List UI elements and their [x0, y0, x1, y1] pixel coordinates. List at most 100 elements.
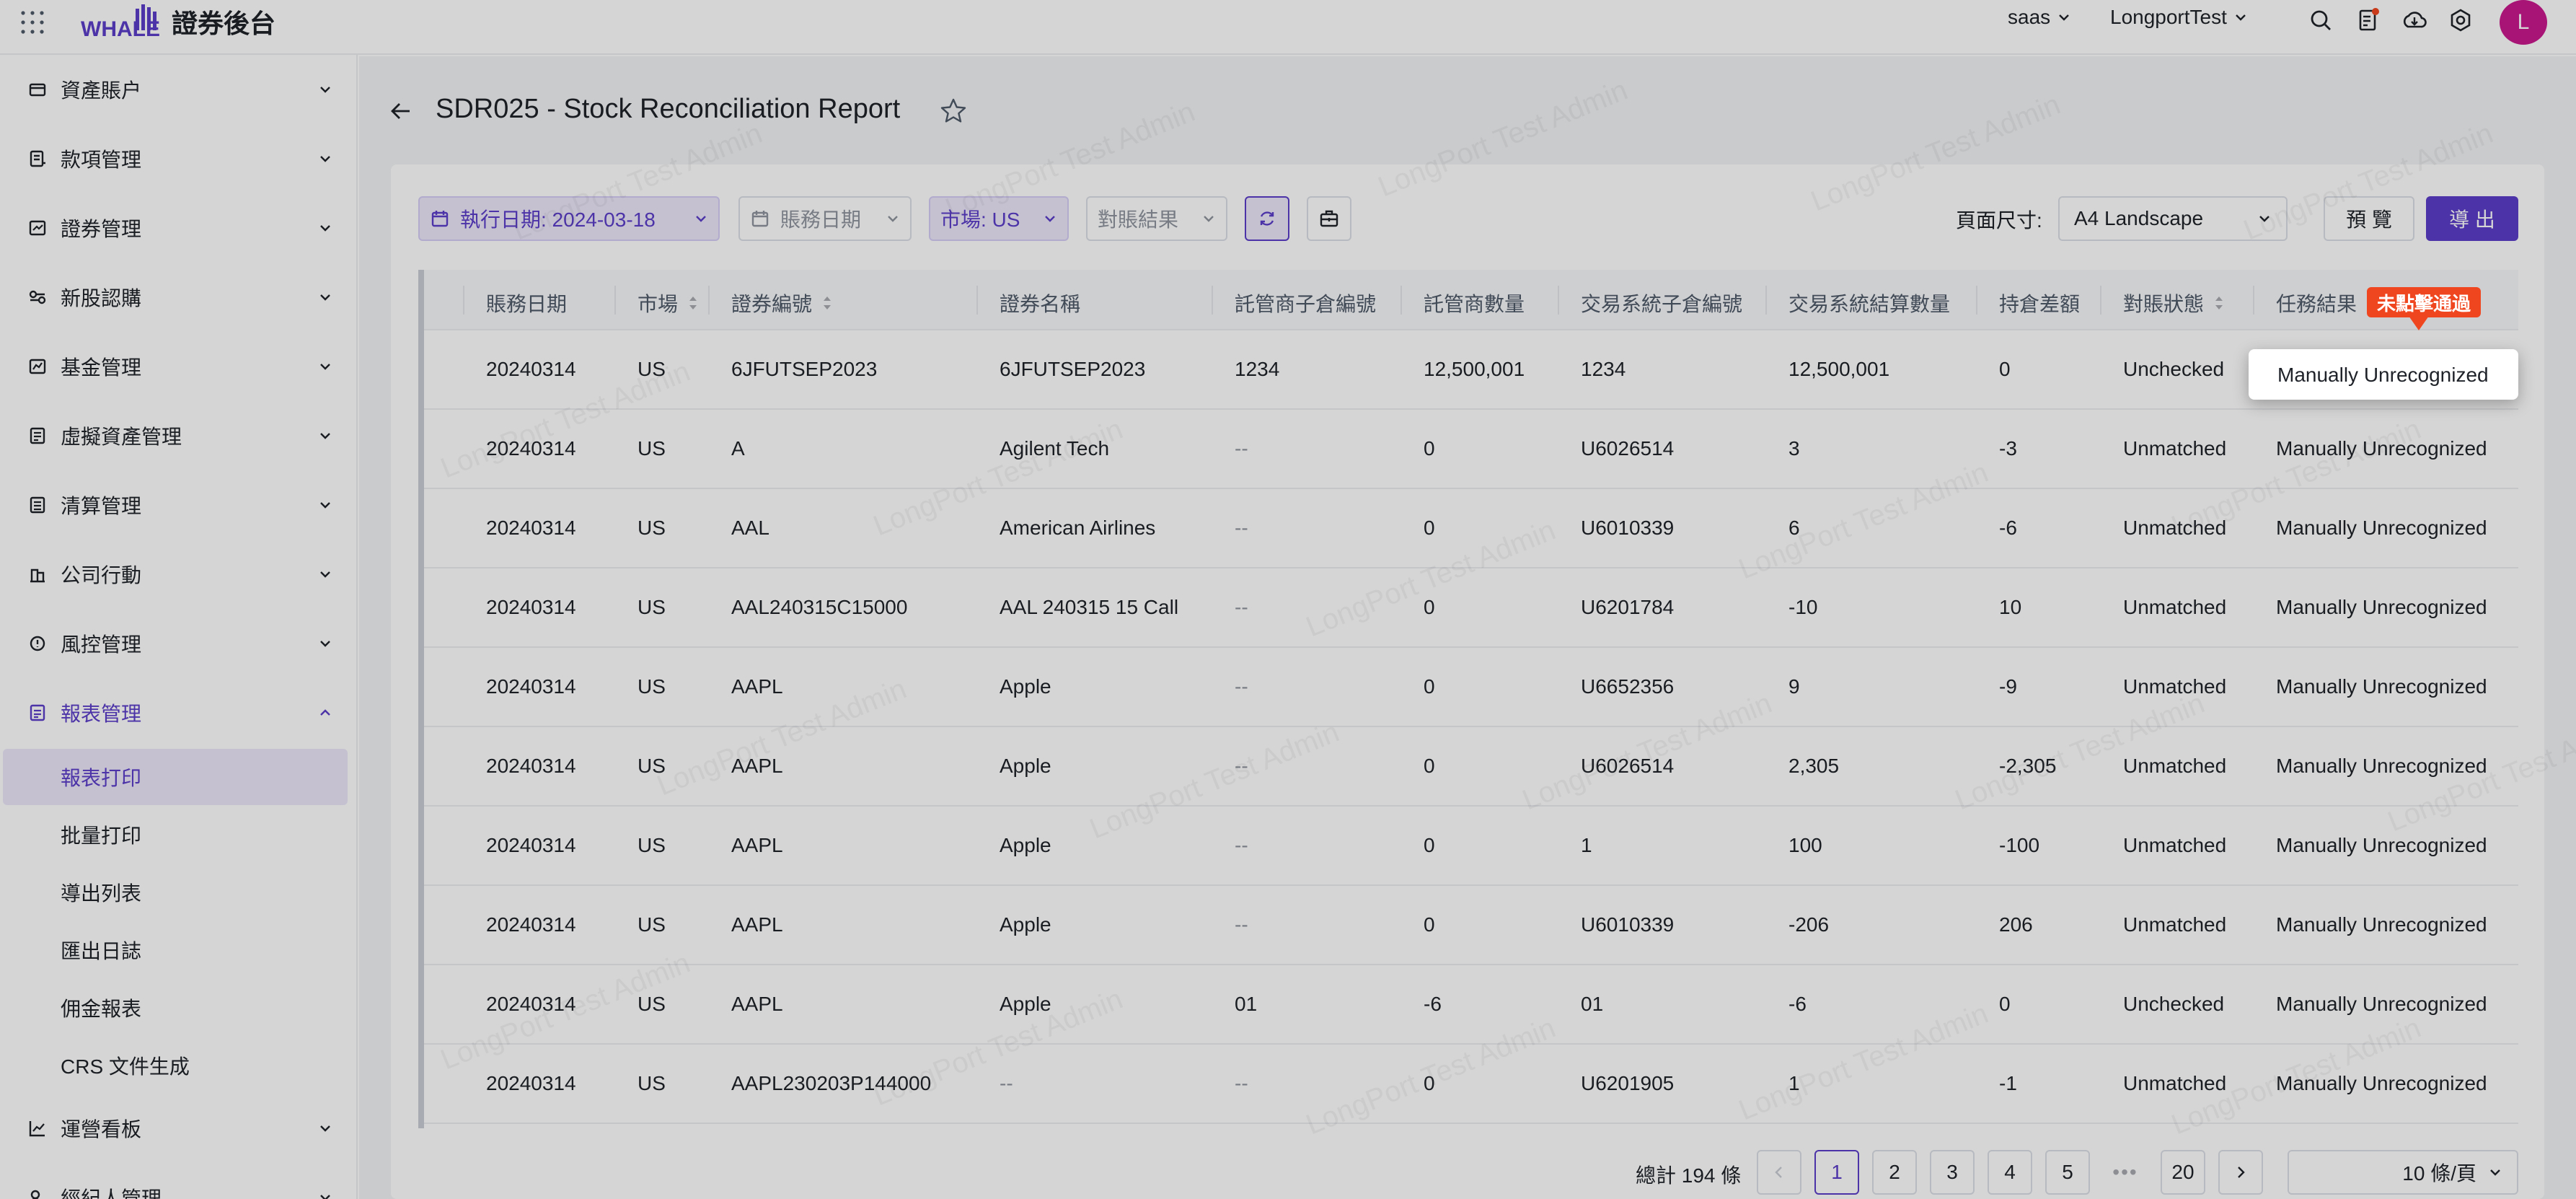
column-header-recon-status[interactable]: 對賬狀態 — [2123, 289, 2226, 317]
column-header-market[interactable]: 市場 — [638, 289, 700, 317]
sidebar-item-clearing[interactable]: 清算管理 — [0, 476, 358, 534]
sidebar-item-ops-dashboard[interactable]: 運營看板 — [0, 1099, 358, 1157]
column-divider[interactable] — [463, 286, 464, 315]
column-divider[interactable] — [1212, 286, 1213, 315]
logo-wordmark: WHALE — [81, 17, 160, 39]
cell-security-code: 6JFUTSEP2023 — [731, 358, 878, 380]
export-button[interactable]: 導 出 — [2426, 196, 2518, 241]
sidebar-subitem-commission-report[interactable]: 佣金報表 — [0, 980, 348, 1036]
account-date-filter[interactable]: 賬務日期 — [738, 196, 912, 241]
sidebar-item-label: 經紀人管理 — [61, 1187, 162, 1199]
chevron-down-icon — [1204, 216, 1214, 222]
cell-account-date: 20240314 — [486, 1072, 576, 1094]
column-header-security-code[interactable]: 證券編號 — [731, 289, 834, 317]
calendar-icon — [431, 211, 449, 227]
cell-market: US — [638, 1072, 666, 1094]
favorite-star-icon[interactable] — [939, 97, 968, 126]
org-dropdown[interactable]: LongportTest — [2110, 6, 2247, 29]
toolbox-button[interactable] — [1307, 196, 1351, 241]
cell-recon-status: Unmatched — [2123, 1072, 2227, 1094]
cell-custodian-sub: 1234 — [1235, 358, 1280, 380]
page-ellipsis[interactable]: ••• — [2103, 1150, 2148, 1195]
page-button[interactable]: 20 — [2161, 1150, 2205, 1195]
cell-account-date: 20240314 — [486, 358, 576, 380]
sidebar-item-broker[interactable]: 經紀人管理 — [0, 1169, 358, 1199]
sidebar-subitem-export-log[interactable]: 匯出日誌 — [0, 922, 348, 978]
cell-task-result: Manually Unrecognized — [2276, 596, 2487, 618]
table-row[interactable]: 20240314 US AAL240315C15000 AAL 240315 15 C… — [418, 568, 2518, 648]
market-filter[interactable]: 市場: US — [929, 196, 1069, 241]
sidebar-item-fund[interactable]: 基金管理 — [0, 338, 358, 395]
sort-icon[interactable] — [687, 293, 700, 313]
chevron-left-icon — [1775, 1167, 1782, 1178]
table-row[interactable]: 20240314 US 6JFUTSEP2023 6JFUTSEP2023 1234 12… — [418, 330, 2518, 410]
sidebar-item-asset-account[interactable]: 資產賬户 — [0, 61, 358, 118]
recon-result-filter[interactable]: 對賬結果 — [1086, 196, 1227, 241]
unclicked-pass-tag: 未點擊通過 — [2367, 287, 2482, 317]
table-row[interactable]: 20240314 US AAPL Apple 01 -6 01 -6 0 Unchecked Man… — [418, 965, 2518, 1045]
tenant-dropdown[interactable]: saas — [2008, 6, 2070, 29]
prev-page-button[interactable] — [1757, 1150, 1801, 1195]
page-button[interactable]: 1 — [1814, 1150, 1859, 1195]
refresh-button[interactable] — [1245, 196, 1289, 241]
next-page-button[interactable] — [2218, 1150, 2263, 1195]
avatar[interactable]: L — [2500, 0, 2547, 45]
page-button[interactable]: 5 — [2045, 1150, 2090, 1195]
column-divider[interactable] — [2100, 286, 2101, 315]
cell-task-result: Manually Unrecognized — [2276, 834, 2487, 856]
table-horizontal-scroll-edge[interactable] — [418, 270, 424, 1128]
column-divider[interactable] — [708, 286, 710, 315]
sidebar-subitem-label: 導出列表 — [61, 882, 142, 905]
column-divider[interactable] — [2253, 286, 2254, 315]
gear-icon[interactable] — [2448, 7, 2474, 33]
sidebar-item-funds[interactable]: 款項管理 — [0, 130, 358, 188]
cell-security-code: AAPL230203P144000 — [731, 1072, 932, 1094]
sort-icon[interactable] — [821, 293, 834, 313]
page-button[interactable]: 4 — [1988, 1150, 2032, 1195]
cell-position-diff: 0 — [1999, 993, 2011, 1015]
page-button[interactable]: 3 — [1930, 1150, 1975, 1195]
table-row[interactable]: 20240314 US A Agilent Tech -- 0 U6026514 3 -3 Unm… — [418, 410, 2518, 489]
sidebar-item-reports[interactable]: 報表管理 — [0, 684, 358, 742]
cell-security-name: Apple — [1000, 755, 1051, 777]
task-notification-icon[interactable] — [2355, 7, 2381, 33]
column-divider[interactable] — [1558, 286, 1559, 315]
table-row[interactable]: 20240314 US AAPL Apple -- 0 U6010339 -206 206 Unm… — [418, 886, 2518, 965]
exec-date-filter[interactable]: 執行日期: 2024-03-18 — [418, 196, 720, 241]
preview-button[interactable]: 預 覽 — [2324, 196, 2414, 241]
sidebar-item-ipo[interactable]: 新股認購 — [0, 268, 358, 326]
sidebar-item-label: 證券管理 — [61, 218, 142, 240]
whale-logo: WHALE — [79, 1, 166, 41]
table-row[interactable]: 20240314 US AAPL Apple -- 0 U6652356 9 -9 Unmatch… — [418, 648, 2518, 727]
chevron-down-icon — [320, 364, 330, 370]
column-divider[interactable] — [1765, 286, 1767, 315]
sidebar-subitem-report-print[interactable]: 報表打印 — [3, 749, 348, 805]
back-arrow-icon[interactable] — [388, 98, 414, 124]
cloud-download-icon[interactable] — [2401, 7, 2427, 33]
page-size-dropdown[interactable]: 10 條/頁 — [2288, 1150, 2518, 1195]
sidebar-item-securities[interactable]: 證券管理 — [0, 199, 358, 257]
column-divider[interactable] — [1976, 286, 1977, 315]
table-row[interactable]: 20240314 US AAPL Apple -- 0 U6026514 2,305 -2,30… — [418, 727, 2518, 807]
sidebar-item-virtual-assets[interactable]: 虛擬資產管理 — [0, 407, 358, 465]
cell-custodian-qty: 0 — [1424, 755, 1435, 777]
page-button[interactable]: 2 — [1872, 1150, 1917, 1195]
sidebar-subitem-crs-generation[interactable]: CRS 文件生成 — [0, 1037, 348, 1094]
column-divider[interactable] — [976, 286, 978, 315]
sidebar-subitem-batch-print[interactable]: 批量打印 — [0, 807, 348, 863]
table-row[interactable]: 20240314 US AAPL Apple -- 0 1 100 -100 Unmatched M… — [418, 807, 2518, 886]
column-divider[interactable] — [1401, 286, 1402, 315]
app-grid-icon[interactable] — [20, 10, 45, 35]
chevron-down-icon — [320, 641, 330, 647]
page-size-select[interactable]: A4 Landscape — [2058, 196, 2288, 241]
task-result-highlight[interactable]: Manually Unrecognized — [2249, 349, 2518, 400]
table-row[interactable]: 20240314 US AAPL230203P144000 -- -- 0 U6201905… — [418, 1045, 2518, 1124]
sidebar-subitem-export-list[interactable]: 導出列表 — [0, 864, 348, 921]
cell-trade-sub: 01 — [1581, 993, 1604, 1015]
search-icon[interactable] — [2308, 7, 2334, 33]
column-divider[interactable] — [614, 286, 616, 315]
table-row[interactable]: 20240314 US AAL American Airlines -- 0 U601033… — [418, 489, 2518, 568]
sidebar-item-corporate-action[interactable]: 公司行動 — [0, 545, 358, 603]
sort-icon[interactable] — [2213, 293, 2226, 313]
sidebar-item-risk[interactable]: 風控管理 — [0, 615, 358, 672]
